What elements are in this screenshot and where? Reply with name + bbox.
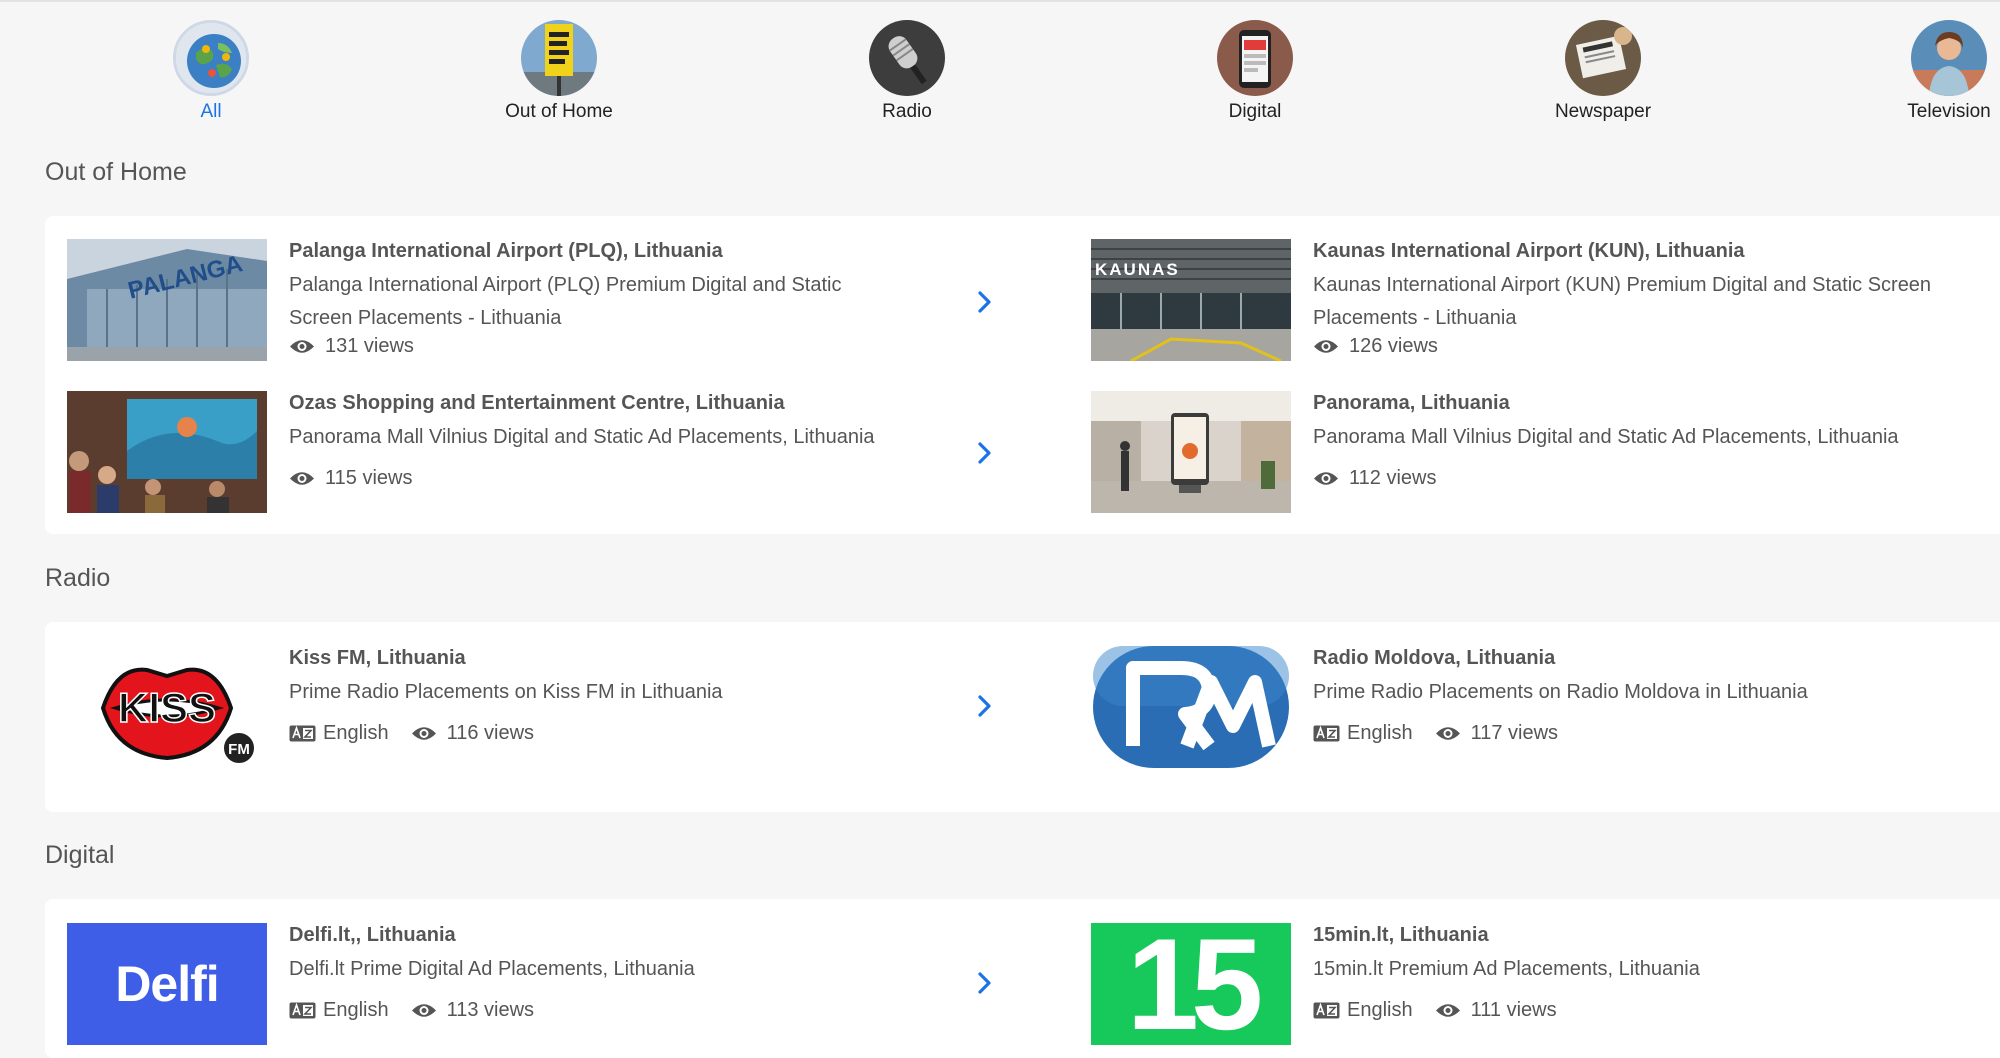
tv-presenter-icon <box>1911 20 1987 96</box>
listing-radio-moldova[interactable]: Radio Moldova, Lithuania Prime Radio Pla… <box>1091 646 1991 768</box>
listing-description: Prime Radio Placements on Radio Moldova … <box>1313 681 1808 703</box>
listing-15min[interactable]: 15 15min.lt, Lithuania 15min.lt Premium … <box>1091 923 1991 1045</box>
listing-meta: 115 views <box>289 467 412 490</box>
15min-logo: 15 <box>1091 923 1291 1045</box>
globe-icon <box>173 20 249 96</box>
listing-description: Panorama Mall Vilnius Digital and Static… <box>1313 426 1899 448</box>
section-title-out-of-home: Out of Home <box>45 158 187 186</box>
translate-icon <box>1313 1002 1340 1019</box>
listing-title: Kaunas International Airport (KUN), Lith… <box>1313 240 1745 262</box>
kaunas-sign-text: KAUNAS <box>1095 260 1180 279</box>
category-out-of-home[interactable]: Out of Home <box>449 20 669 123</box>
listing-meta: English 111 views <box>1313 999 1557 1022</box>
view-count: 113 views <box>446 999 535 1021</box>
listing-description: Panorama Mall Vilnius Digital and Static… <box>289 426 875 448</box>
view-count: 112 views <box>1349 467 1437 489</box>
listing-meta: 131 views <box>289 335 414 358</box>
listing-ozas[interactable]: Ozas Shopping and Entertainment Centre, … <box>67 391 1047 513</box>
listing-title: Panorama, Lithuania <box>1313 392 1510 414</box>
eye-icon <box>1435 1004 1460 1017</box>
eye-icon <box>411 1004 436 1017</box>
view-count: 117 views <box>1470 722 1559 744</box>
view-count: 115 views <box>325 467 413 489</box>
listing-title: Palanga International Airport (PLQ), Lit… <box>289 240 723 262</box>
kaunas-airport-image: KAUNAS <box>1091 239 1291 361</box>
listing-title: Radio Moldova, Lithuania <box>1313 647 1556 669</box>
kiss-logo-text: KISS <box>118 684 216 731</box>
listing-title: Delfi.lt,, Lithuania <box>289 924 456 946</box>
listing-description: Prime Radio Placements on Kiss FM in Lit… <box>289 681 723 703</box>
ozas-mall-image <box>67 391 267 513</box>
kiss-fm-logo: KISS FM <box>67 646 267 768</box>
category-all[interactable]: All <box>101 20 321 123</box>
category-newspaper[interactable]: Newspaper <box>1493 20 1713 123</box>
15min-logo-text: 15 <box>1126 923 1264 1045</box>
delfi-logo-text: Delfi <box>115 956 219 1012</box>
view-count: 126 views <box>1349 335 1438 357</box>
listing-meta: 112 views <box>1313 467 1436 490</box>
listing-meta: 126 views <box>1313 335 1438 358</box>
listing-meta: English 117 views <box>1313 722 1558 745</box>
category-label: Radio <box>882 101 932 122</box>
category-radio[interactable]: Radio <box>797 20 1017 123</box>
microphone-icon <box>869 20 945 96</box>
phone-icon <box>1217 20 1293 96</box>
top-divider <box>0 0 2000 2</box>
category-label: Television <box>1907 101 1991 122</box>
view-count: 116 views <box>446 722 535 744</box>
listing-meta: English 113 views <box>289 999 534 1022</box>
listing-kiss-fm[interactable]: KISS FM Kiss FM, Lithuania Prime Radio P… <box>67 646 1047 768</box>
listing-title: Kiss FM, Lithuania <box>289 647 466 669</box>
category-label: Out of Home <box>505 101 613 122</box>
radio-panel: KISS FM Kiss FM, Lithuania Prime Radio P… <box>45 622 2000 812</box>
view-count: 131 views <box>325 335 414 357</box>
listing-meta: English 116 views <box>289 722 534 745</box>
newspaper-icon <box>1565 20 1641 96</box>
category-television[interactable]: Television <box>1839 20 2000 123</box>
chevron-right-icon[interactable] <box>974 968 996 998</box>
fm-badge-text: FM <box>228 741 250 758</box>
chevron-right-icon[interactable] <box>974 287 996 317</box>
billboard-icon <box>521 20 597 96</box>
category-digital[interactable]: Digital <box>1145 20 1365 123</box>
eye-icon <box>1314 472 1338 485</box>
listing-palanga[interactable]: PALANGA Palanga International Airport (P… <box>67 239 1047 361</box>
listing-panorama[interactable]: Panorama, Lithuania Panorama Mall Vilniu… <box>1091 391 1991 513</box>
translate-icon <box>289 725 316 742</box>
category-bar: All Out of Home Radio Digital Newspaper … <box>0 20 2000 130</box>
language-label: English <box>1347 999 1413 1021</box>
eye-icon <box>290 472 314 485</box>
chevron-right-icon[interactable] <box>974 691 996 721</box>
translate-icon <box>289 1002 316 1019</box>
translate-icon <box>1313 725 1340 742</box>
listing-description: Palanga International Airport (PLQ) Prem… <box>289 274 842 329</box>
eye-icon <box>290 340 314 353</box>
delfi-logo: Delfi <box>67 923 267 1045</box>
eye-icon <box>1314 340 1338 353</box>
listing-delfi[interactable]: Delfi Delfi.lt,, Lithuania Delfi.lt Prim… <box>67 923 1047 1045</box>
language-label: English <box>323 722 389 744</box>
listing-description: Kaunas International Airport (KUN) Premi… <box>1313 274 1932 329</box>
palanga-airport-image: PALANGA <box>67 239 267 361</box>
listing-title: Ozas Shopping and Entertainment Centre, … <box>289 392 785 414</box>
out-of-home-panel: PALANGA Palanga International Airport (P… <box>45 216 2000 534</box>
digital-panel: Delfi Delfi.lt,, Lithuania Delfi.lt Prim… <box>45 899 2000 1058</box>
category-label: Digital <box>1228 101 1282 122</box>
view-count: 111 views <box>1470 999 1557 1021</box>
eye-icon <box>411 727 436 740</box>
listing-kaunas[interactable]: KAUNAS Kaunas International Airport (KUN… <box>1091 239 1991 361</box>
eye-icon <box>1435 727 1460 740</box>
chevron-right-icon[interactable] <box>974 438 996 468</box>
section-title-digital: Digital <box>45 841 115 869</box>
category-label: Newspaper <box>1554 101 1652 122</box>
category-label: All <box>200 101 222 122</box>
panorama-mall-image <box>1091 391 1291 513</box>
listing-title: 15min.lt, Lithuania <box>1313 924 1489 946</box>
listing-description: Delfi.lt Prime Digital Ad Placements, Li… <box>289 958 695 980</box>
radio-moldova-logo <box>1091 646 1291 768</box>
language-label: English <box>1347 722 1413 744</box>
listing-description: 15min.lt Premium Ad Placements, Lithuani… <box>1313 958 1700 980</box>
section-title-radio: Radio <box>45 564 111 592</box>
language-label: English <box>323 999 389 1021</box>
